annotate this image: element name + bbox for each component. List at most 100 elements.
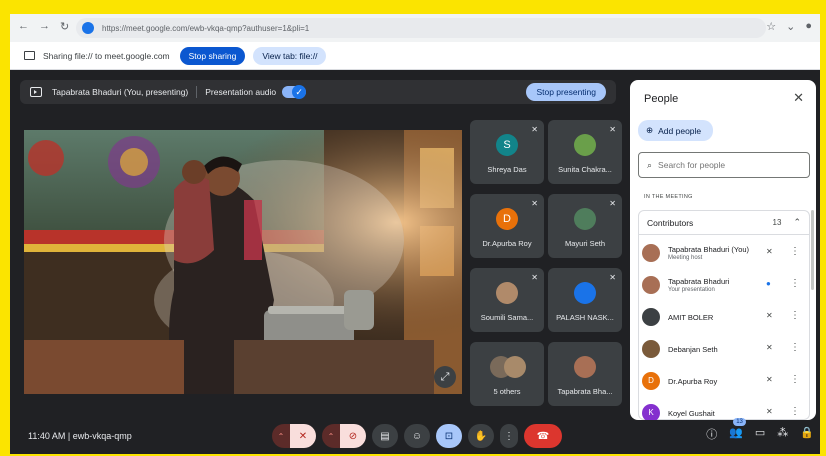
host-controls-icon[interactable]: 🔒	[800, 426, 814, 442]
more-options-icon[interactable]: ⋮	[790, 310, 800, 321]
chrome-actions: ☆ ⌄ ●	[766, 20, 812, 33]
more-options-icon[interactable]: ⋮	[790, 374, 800, 385]
stop-presenting-button[interactable]: Stop presenting	[526, 83, 606, 101]
more-options-icon[interactable]: ⋮	[790, 342, 800, 353]
mic-off-icon[interactable]: ✕	[766, 311, 773, 320]
close-icon[interactable]: ✕	[793, 90, 804, 106]
group-header[interactable]: Contributors 13 ⌃	[639, 211, 809, 235]
clock-time: 11:40 AM	[28, 431, 66, 441]
presentation-view: ⤢	[24, 130, 462, 394]
mic-options-chevron-icon[interactable]: ⌃	[272, 424, 290, 448]
avatar	[574, 208, 596, 230]
participant-name: Shreya Das	[487, 165, 527, 174]
url-text: https://meet.google.com/ewb-vkqa-qmp?aut…	[102, 23, 310, 33]
section-label: IN THE MEETING	[644, 194, 693, 200]
presenting-bar: Tapabrata Bhaduri (You, presenting) Pres…	[20, 80, 616, 104]
mic-off-button[interactable]: ✕	[290, 424, 316, 448]
chat-icon[interactable]: ▭	[755, 426, 765, 442]
participant-name: PALASH NASK...	[556, 313, 614, 322]
avatar	[496, 282, 518, 304]
bookmark-star-icon[interactable]: ☆	[766, 20, 776, 33]
avatar	[574, 356, 596, 378]
list-item[interactable]: Debanjan Seth ✕ ⋮	[638, 334, 806, 364]
participant-tile[interactable]: ✕ PALASH NASK...	[548, 268, 622, 332]
sharing-status-text: Sharing file:// to meet.google.com	[43, 50, 170, 61]
participant-name: Tapabrata Bha...	[557, 387, 613, 396]
stop-sharing-button[interactable]: Stop sharing	[179, 46, 246, 65]
person-name: AMIT BOLER	[668, 313, 714, 322]
emoji-button[interactable]: ☺	[404, 424, 430, 448]
avatar	[642, 276, 660, 294]
chevron-up-icon[interactable]: ⌃	[793, 217, 801, 228]
list-item[interactable]: Tapabrata Bhaduri Your presentation ● ⋮	[638, 270, 806, 300]
add-people-button[interactable]: ⊕ Add people	[638, 120, 714, 141]
presenter-label: Tapabrata Bhaduri (You, presenting)	[52, 87, 189, 97]
side-actions: ⓘ 👥 13 ▭ ⁂ 🔒	[706, 418, 814, 442]
mic-off-icon: ✕	[609, 273, 616, 282]
participant-tile-others[interactable]: 5 others	[470, 342, 544, 406]
leave-call-button[interactable]: ☎	[524, 424, 562, 448]
avatar	[642, 340, 660, 358]
participant-tile[interactable]: ✕ D Dr.Apurba Roy	[470, 194, 544, 258]
presentation-audio-toggle[interactable]: ✓	[282, 85, 307, 99]
camera-off-button[interactable]: ⊘	[340, 424, 366, 448]
add-people-label: Add people	[658, 125, 702, 136]
avatar	[642, 308, 660, 326]
mic-off-icon[interactable]: ✕	[766, 343, 773, 352]
group-title: Contributors	[647, 217, 694, 228]
address-bar[interactable]: https://meet.google.com/ewb-vkqa-qmp?aut…	[76, 18, 766, 38]
more-options-button[interactable]: ⋮	[500, 424, 518, 448]
participant-tile[interactable]: ✕ S Shreya Das	[470, 120, 544, 184]
participant-tile[interactable]: ✕ Sunita Chakra...	[548, 120, 622, 184]
present-button[interactable]: ⊡	[436, 424, 462, 448]
mic-off-icon: ✕	[609, 125, 616, 134]
participant-tile[interactable]: ✕ Soumili Sama...	[470, 268, 544, 332]
person-name: Tapabrata Bhaduri	[668, 277, 730, 286]
list-item[interactable]: AMIT BOLER ✕ ⋮	[638, 302, 806, 332]
present-screen-icon	[30, 87, 42, 97]
mic-off-icon: ✕	[531, 273, 538, 282]
person-name: Debanjan Seth	[668, 345, 718, 354]
participant-count-badge: 13	[733, 418, 746, 426]
mic-off-icon[interactable]: ✕	[766, 375, 773, 384]
more-options-icon[interactable]: ⋮	[790, 406, 800, 417]
dropdown-icon[interactable]: ⌄	[786, 20, 795, 33]
mic-off-icon: ✕	[609, 199, 616, 208]
raise-hand-button[interactable]: ✋	[468, 424, 494, 448]
view-tab-button[interactable]: View tab: file://	[253, 46, 327, 65]
camera-control: ⌃ ⊘	[322, 424, 366, 448]
more-options-icon[interactable]: ⋮	[790, 278, 800, 289]
participant-tile[interactable]: Tapabrata Bha...	[548, 342, 622, 406]
divider	[196, 86, 198, 98]
camera-options-chevron-icon[interactable]: ⌃	[322, 424, 340, 448]
call-controls: ⌃ ✕ ⌃ ⊘ ▤ ☺ ⊡ ✋ ⋮ ☎	[272, 424, 562, 448]
captions-button[interactable]: ▤	[372, 424, 398, 448]
activities-icon[interactable]: ⁂	[777, 426, 788, 442]
avatar: S	[496, 134, 518, 156]
search-people-field[interactable]: ⌕	[638, 152, 810, 178]
people-icon[interactable]: 👥 13	[729, 418, 746, 442]
person-role: Your presentation	[668, 287, 715, 293]
mic-off-icon[interactable]: ✕	[766, 407, 773, 416]
search-input[interactable]	[658, 160, 799, 170]
info-icon[interactable]: ⓘ	[706, 426, 717, 442]
panel-scrollbar[interactable]	[811, 210, 814, 290]
rotate-view-icon[interactable]: ⤢	[434, 366, 456, 388]
sharing-bar: Sharing file:// to meet.google.com Stop …	[10, 42, 820, 70]
avatar	[574, 282, 596, 304]
forward-icon[interactable]: →	[39, 20, 50, 33]
list-item[interactable]: K Koyel Gushait ✕ ⋮	[638, 398, 806, 420]
list-item[interactable]: D Dr.Apurba Roy ✕ ⋮	[638, 366, 806, 396]
list-item[interactable]: Tapabrata Bhaduri (You) Meeting host ✕ ⋮	[638, 238, 806, 268]
avatar	[574, 134, 596, 156]
avatar: D	[496, 208, 518, 230]
audio-active-icon[interactable]: ●	[766, 279, 771, 288]
back-icon[interactable]: ←	[18, 20, 29, 33]
mic-off-icon[interactable]: ✕	[766, 247, 773, 256]
presentation-audio-label: Presentation audio	[205, 87, 277, 97]
site-info-icon[interactable]	[82, 22, 94, 34]
more-options-icon[interactable]: ⋮	[790, 246, 800, 257]
reload-icon[interactable]: ↻	[60, 20, 69, 33]
profile-icon[interactable]: ●	[805, 20, 812, 33]
participant-tile[interactable]: ✕ Mayuri Seth	[548, 194, 622, 258]
